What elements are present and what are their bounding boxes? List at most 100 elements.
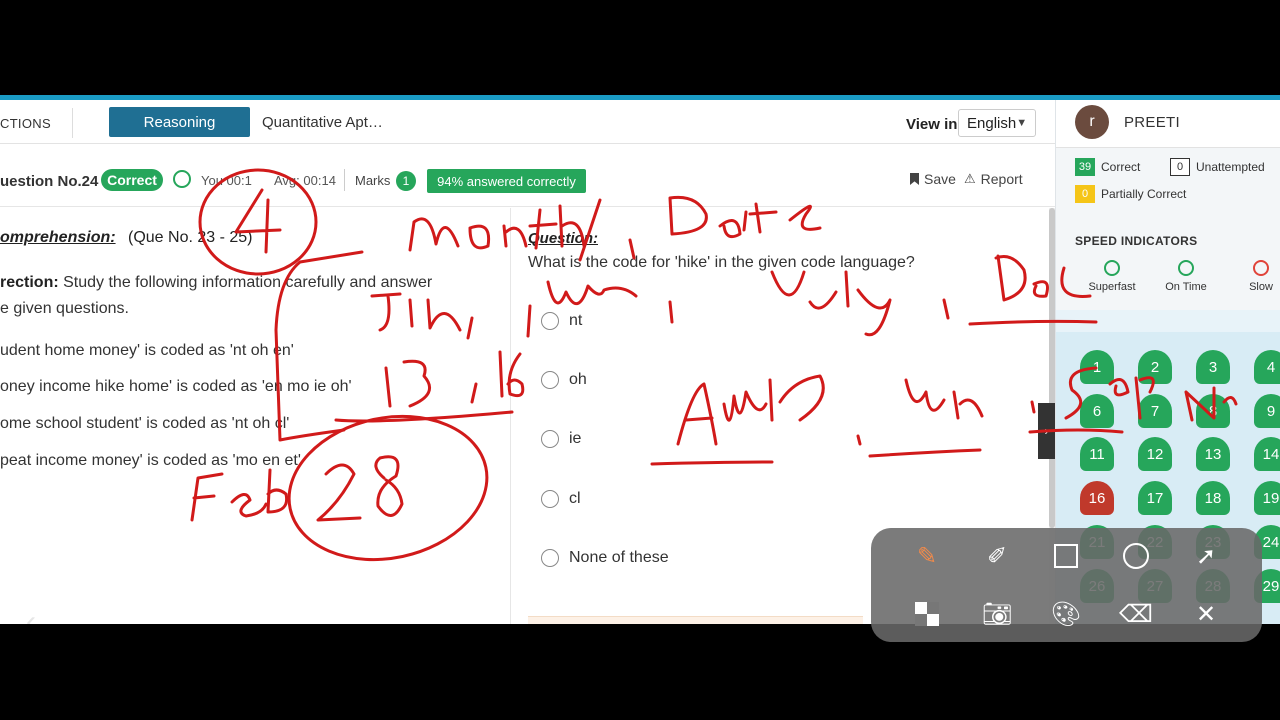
- mosaic-icon[interactable]: [909, 596, 945, 632]
- code-line: oney income hike home' is coded as 'en m…: [0, 378, 352, 395]
- on-time-icon: [1178, 260, 1194, 276]
- option-label: oh: [569, 371, 587, 388]
- bookmark-icon: [910, 173, 919, 185]
- view-in-label: View in: [906, 116, 958, 133]
- avatar: r: [1075, 105, 1109, 139]
- report-button[interactable]: ⚠ Report: [964, 171, 1023, 187]
- question-palette-item[interactable]: 9: [1254, 394, 1280, 428]
- question-palette-item[interactable]: 19: [1254, 481, 1280, 515]
- warning-icon: ⚠: [964, 171, 976, 186]
- option-1[interactable]: nt: [541, 312, 582, 330]
- question-palette-item[interactable]: 4: [1254, 350, 1280, 384]
- question-palette-item[interactable]: 16: [1080, 481, 1114, 515]
- option-3[interactable]: ie: [541, 430, 581, 448]
- tab-reasoning[interactable]: Reasoning: [109, 107, 250, 137]
- correct-label: Correct: [1101, 160, 1141, 174]
- question-palette-item[interactable]: 13: [1196, 437, 1230, 471]
- option-label: ie: [569, 430, 582, 447]
- chevron-down-icon: ▼: [1016, 117, 1028, 129]
- solution-panel-edge: [528, 616, 863, 624]
- option-5[interactable]: None of these: [541, 549, 669, 567]
- slow-icon: [1253, 260, 1269, 276]
- question-palette-item[interactable]: 11: [1080, 437, 1114, 471]
- language-select[interactable]: English ▼: [958, 109, 1036, 137]
- divider: [72, 108, 73, 138]
- question-palette-item[interactable]: 8: [1196, 394, 1230, 428]
- option-4[interactable]: cl: [541, 490, 581, 508]
- code-line: ome school student' is coded as 'nt oh c…: [0, 415, 290, 432]
- question-info-bar: uestion No.24 Correct You 00:1 Avg: 00:1…: [0, 145, 1055, 207]
- report-label: Report: [980, 171, 1023, 187]
- stat-partial: 0 Partially Correct: [1075, 185, 1186, 203]
- status-badge: Correct: [101, 169, 163, 191]
- screen-recording-frame: CTIONS Reasoning Quantitative Apt… View …: [0, 0, 1280, 720]
- partial-label: Partially Correct: [1101, 187, 1187, 201]
- stat-correct: 39 Correct: [1075, 158, 1140, 176]
- question-range: (Que No. 23 - 25): [128, 229, 253, 246]
- stat-unattempted: 0 Unattempted: [1170, 158, 1265, 176]
- question-palette-item[interactable]: 14: [1254, 437, 1280, 471]
- answered-correctly-badge: 94% answered correctly: [427, 169, 586, 193]
- passage-pane: omprehension: (Que No. 23 - 25) rection:…: [0, 208, 510, 624]
- radio-button[interactable]: [541, 430, 559, 448]
- speed-label: On Time: [1165, 281, 1207, 293]
- your-time: You 00:1: [201, 173, 252, 188]
- question-label: Question:: [528, 230, 598, 247]
- timer-icon: [173, 170, 191, 188]
- option-2[interactable]: oh: [541, 371, 587, 389]
- speed-superfast: Superfast: [1077, 260, 1147, 293]
- section-header: CTIONS Reasoning Quantitative Apt… View …: [0, 100, 1055, 144]
- eraser-icon[interactable]: ⌫: [1118, 596, 1154, 632]
- speed-on-time: On Time: [1151, 260, 1221, 293]
- tab-quantitative-aptitude[interactable]: Quantitative Apt…: [262, 107, 383, 137]
- save-label: Save: [924, 171, 956, 187]
- speed-slow: Slow: [1226, 260, 1280, 293]
- camera-icon[interactable]: 📷︎: [979, 596, 1015, 632]
- question-palette-item[interactable]: 3: [1196, 350, 1230, 384]
- language-value: English: [967, 114, 1017, 132]
- divider: [344, 169, 345, 191]
- direction-label: rection:: [0, 274, 59, 291]
- average-time: Avg: 00:14: [274, 173, 336, 188]
- annotation-toolbar: ✎ ✐ ➚ 📷︎ 🎨︎ ⌫ ✕: [871, 528, 1262, 642]
- option-label: cl: [569, 490, 581, 507]
- save-button[interactable]: Save: [910, 171, 956, 187]
- palette-header: [1056, 310, 1280, 332]
- radio-button[interactable]: [541, 371, 559, 389]
- arrow-icon[interactable]: ➚: [1188, 538, 1224, 574]
- radio-button[interactable]: [541, 549, 559, 567]
- option-label: nt: [569, 312, 583, 329]
- unattempted-label: Unattempted: [1196, 160, 1265, 174]
- speed-label: Superfast: [1088, 281, 1136, 293]
- comprehension-heading: omprehension:: [0, 229, 116, 247]
- radio-button[interactable]: [541, 490, 559, 508]
- user-profile: r PREETI: [1056, 100, 1280, 148]
- code-line: udent home money' is coded as 'nt oh en': [0, 342, 294, 359]
- speed-indicators-title: SPEED INDICATORS: [1075, 234, 1198, 248]
- question-palette-item[interactable]: 1: [1080, 350, 1114, 384]
- partial-count: 0: [1075, 185, 1095, 203]
- marks-badge: 1: [396, 171, 416, 191]
- option-label: None of these: [569, 549, 669, 566]
- question-palette-item[interactable]: 7: [1138, 394, 1172, 428]
- pen-icon[interactable]: ✎: [909, 538, 945, 574]
- question-number: uestion No.24: [0, 173, 99, 190]
- highlighter-icon[interactable]: ✐: [979, 538, 1015, 574]
- question-palette-item[interactable]: 17: [1138, 481, 1172, 515]
- question-palette-item[interactable]: 6: [1080, 394, 1114, 428]
- chevron-left-icon[interactable]: ‹: [26, 605, 36, 624]
- question-palette-item[interactable]: 18: [1196, 481, 1230, 515]
- close-icon[interactable]: ✕: [1188, 596, 1224, 632]
- question-palette-item[interactable]: 12: [1138, 437, 1172, 471]
- question-palette-item[interactable]: 2: [1138, 350, 1172, 384]
- unattempted-count: 0: [1170, 158, 1190, 176]
- square-icon[interactable]: [1048, 538, 1084, 574]
- circle-icon[interactable]: [1118, 538, 1154, 574]
- radio-button[interactable]: [541, 312, 559, 330]
- question-text: What is the code for 'hike' in the given…: [528, 254, 915, 271]
- code-line: peat income money' is coded as 'mo en et…: [0, 452, 301, 469]
- comprehension-label: omprehension:: [0, 229, 116, 246]
- chevron-right-icon[interactable]: ›: [1038, 403, 1055, 459]
- palette-icon[interactable]: 🎨︎: [1048, 596, 1084, 632]
- username: PREETI: [1124, 114, 1180, 131]
